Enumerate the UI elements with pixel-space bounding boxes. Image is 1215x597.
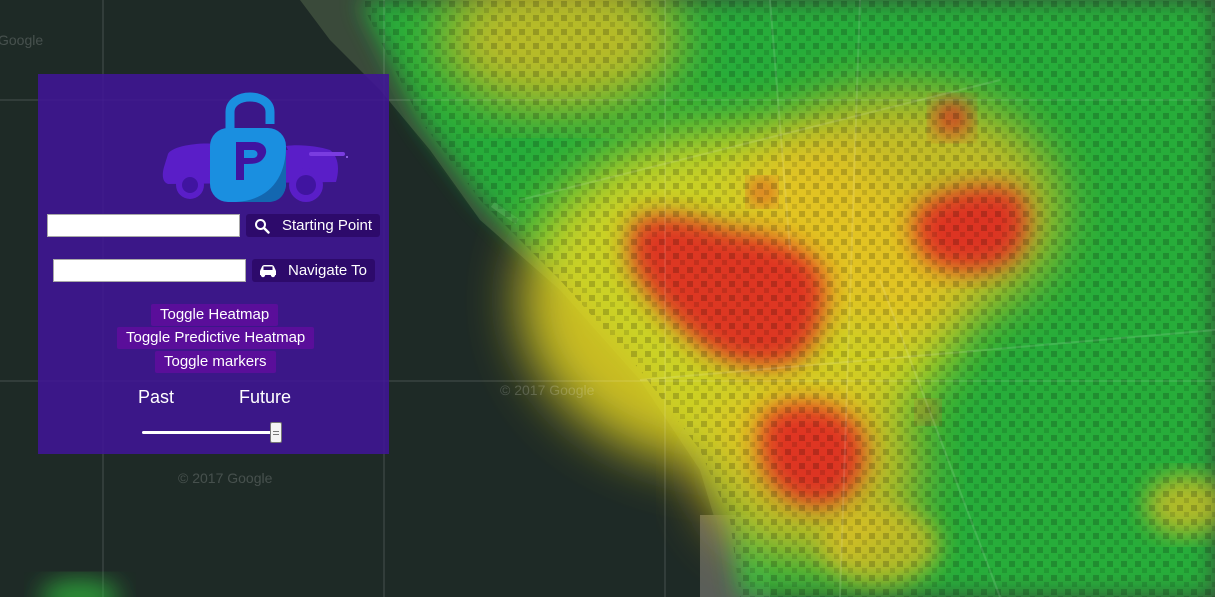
control-panel: Starting Point Navigate To Toggle Heatma…	[38, 74, 389, 454]
time-slider-thumb[interactable]	[270, 422, 282, 443]
navigate-button[interactable]: Navigate To	[252, 259, 375, 282]
start-button[interactable]: Starting Point	[246, 214, 381, 237]
start-search-row: Starting Point	[47, 214, 381, 237]
start-input[interactable]	[47, 214, 240, 237]
search-icon	[252, 218, 272, 234]
destination-search-row: Navigate To	[53, 259, 375, 282]
start-button-label: Starting Point	[282, 217, 373, 234]
toggle-heatmap-button[interactable]: Toggle Heatmap	[151, 304, 279, 326]
navigate-button-label: Navigate To	[288, 262, 367, 279]
destination-input[interactable]	[53, 259, 246, 282]
car-icon	[258, 263, 278, 279]
toggle-markers-button[interactable]: Toggle markers	[155, 351, 276, 373]
lock-car-logo-icon	[162, 92, 348, 202]
future-label: Future	[239, 387, 292, 407]
logo-accent	[309, 152, 345, 156]
past-label: Past	[138, 387, 175, 407]
time-slider-track[interactable]	[142, 431, 282, 434]
toggle-predictive-heatmap-button[interactable]: Toggle Predictive Heatmap	[117, 327, 315, 349]
